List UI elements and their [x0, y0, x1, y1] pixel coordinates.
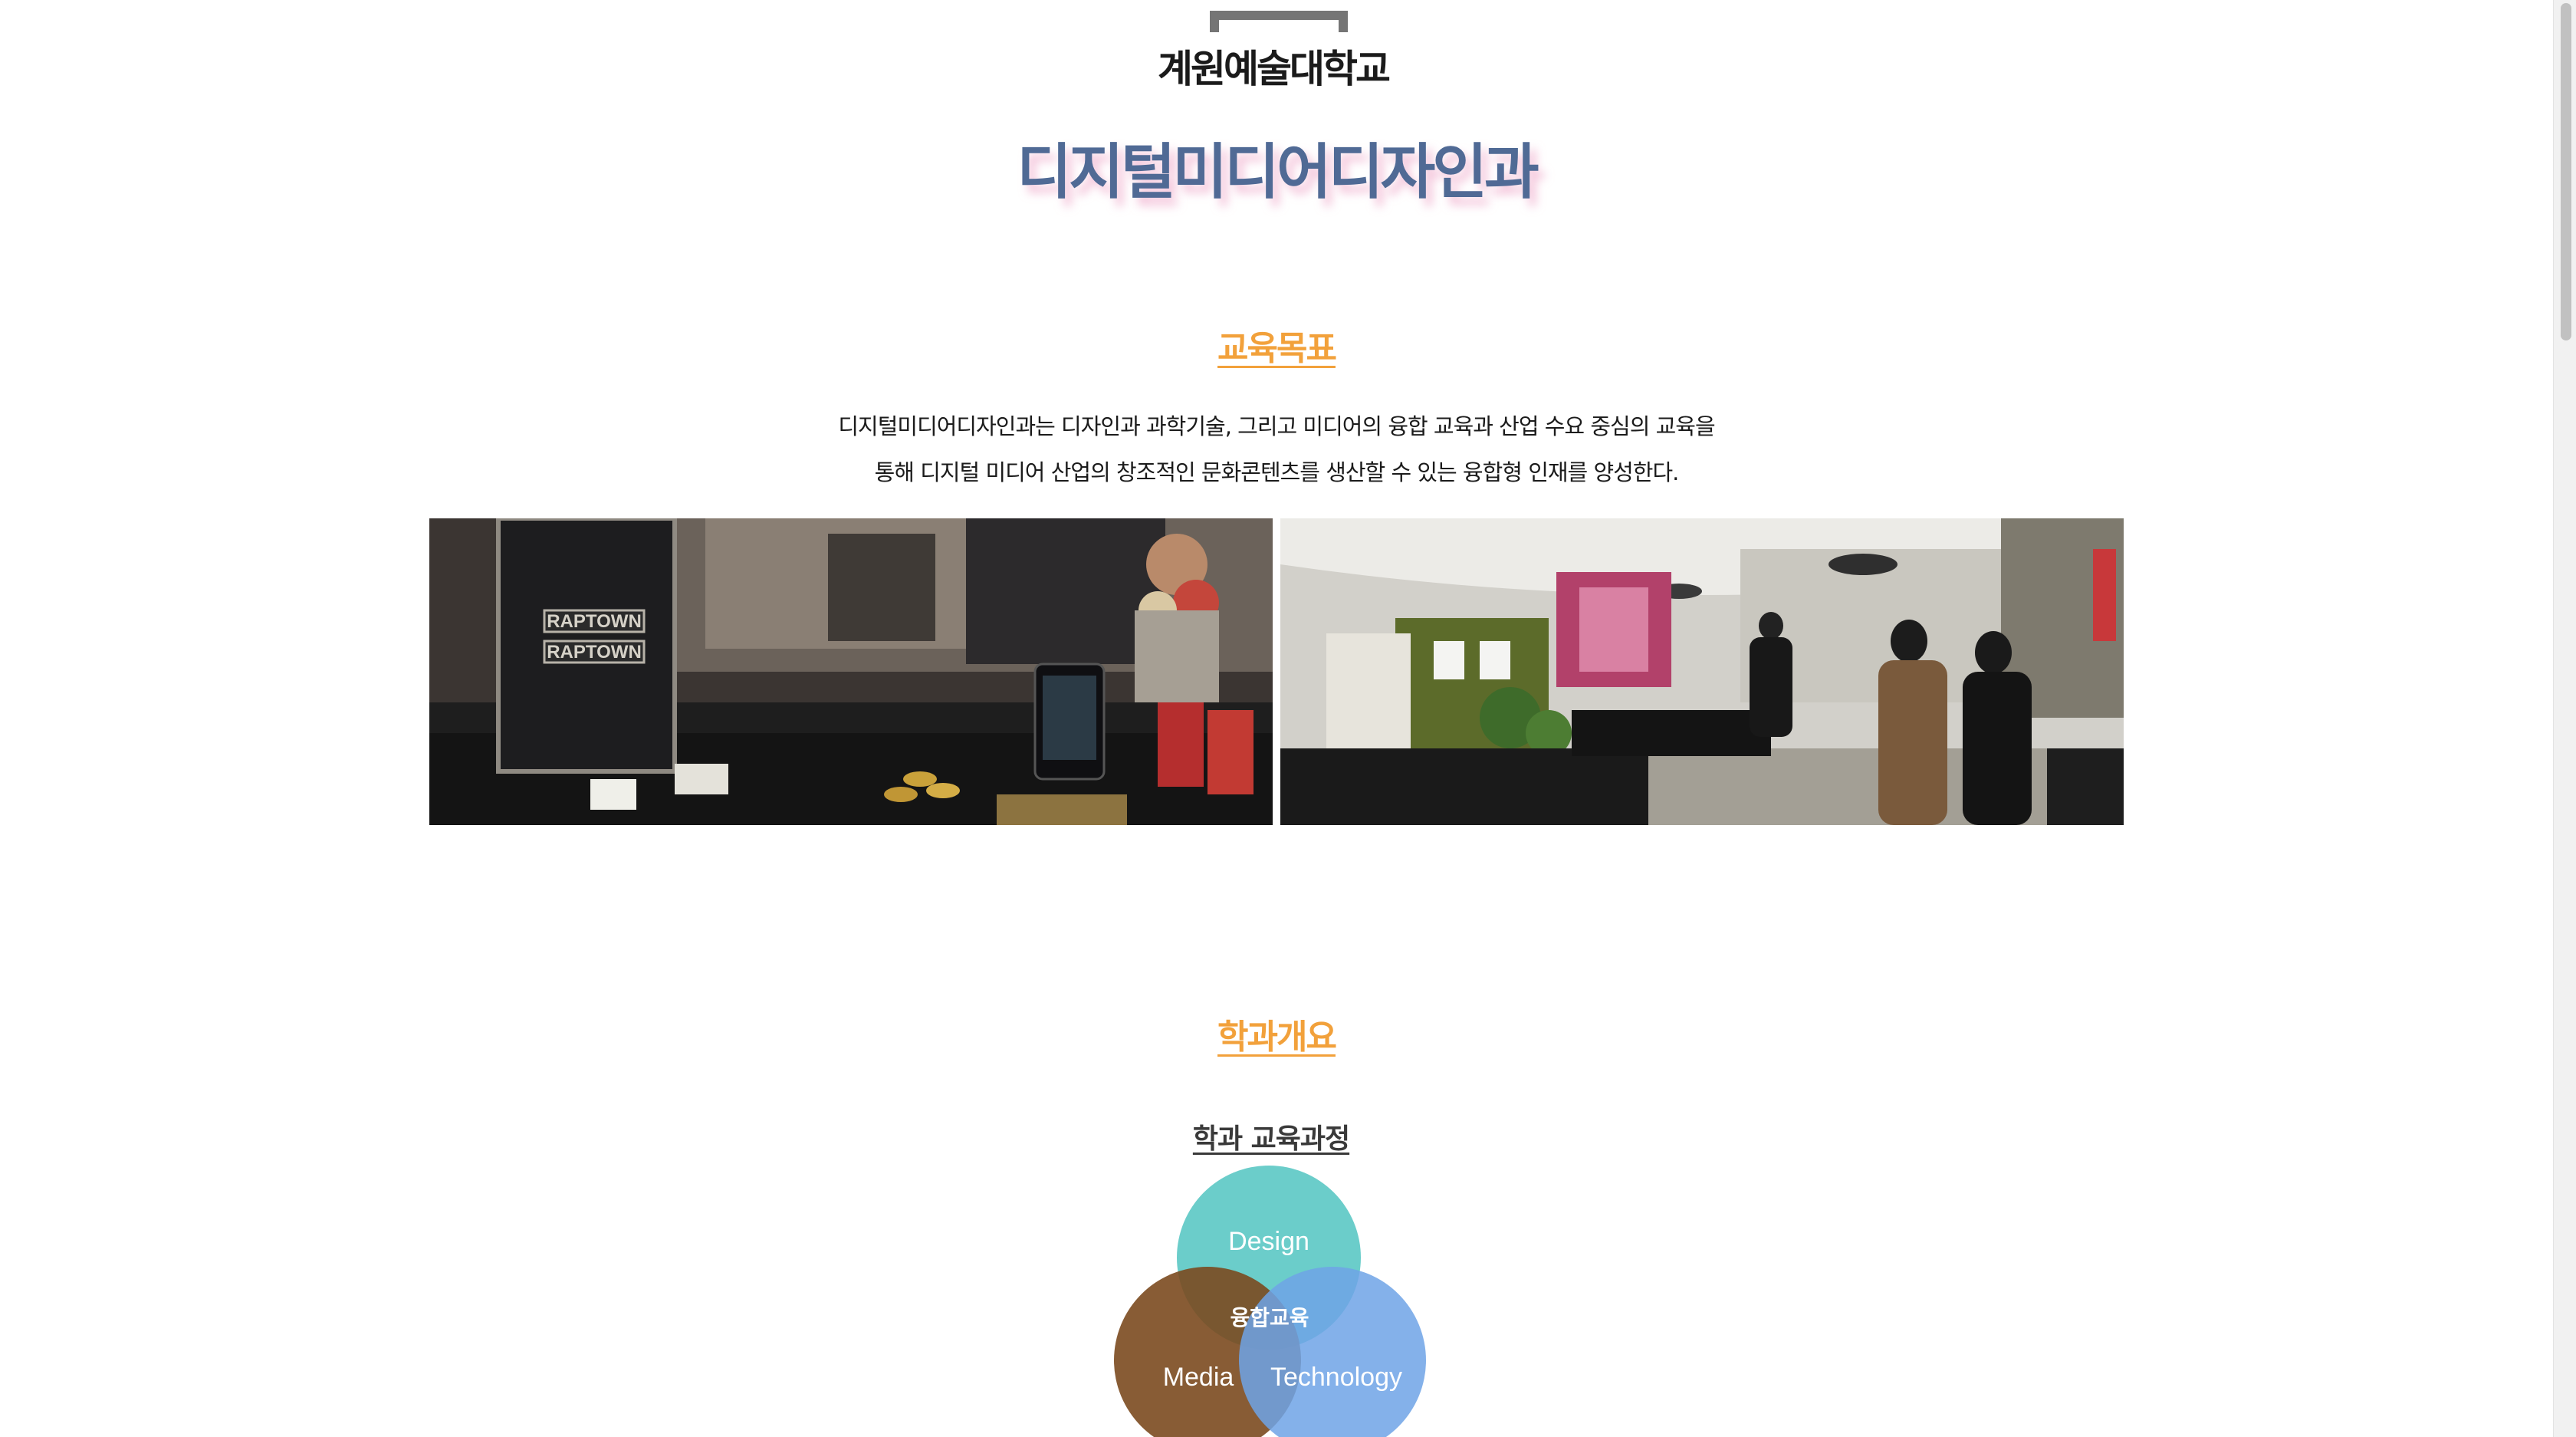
- venn-label-media: Media: [1163, 1363, 1234, 1392]
- exhibition-photo-left: RAPTOWN RAPTOWN: [429, 518, 1273, 825]
- exhibition-photo-left-image: RAPTOWN RAPTOWN: [429, 518, 1273, 825]
- logo-text: 계원예술대학교: [1158, 47, 1391, 91]
- goal-description: 디지털미디어디자인과는 디자인과 과학기술, 그리고 미디어의 융합 교육과 산…: [767, 403, 1786, 495]
- curriculum-title: 학과 교육과정: [1192, 1123, 1350, 1155]
- vertical-scrollbar[interactable]: [2553, 0, 2576, 1437]
- venn-diagram-svg: Design 융합교육 Media Technology: [1114, 1166, 1426, 1437]
- poster-text-1: RAPTOWN: [547, 611, 642, 632]
- page: 계원예술대학교 디지털미디어디자인과 교육목표 디지털미디어디자인과는 디자인과…: [0, 0, 2576, 1437]
- logo-bracket-icon: [1210, 11, 1348, 32]
- venn-label-technology: Technology: [1270, 1363, 1402, 1392]
- venn-label-design: Design: [1228, 1227, 1309, 1256]
- exhibition-photo-right-image: [1280, 518, 2124, 825]
- scrollbar-thumb[interactable]: [2561, 3, 2571, 340]
- school-logo[interactable]: 계원예술대학교: [1158, 6, 1391, 91]
- page-title: 디지털미디어디자인과: [1017, 138, 1539, 207]
- curriculum-venn-diagram: Design 융합교육 Media Technology: [1104, 1164, 1441, 1437]
- venn-label-center: 융합교육: [1230, 1305, 1309, 1330]
- goal-line-2: 통해 디지털 미디어 산업의 창조적인 문화콘텐츠를 생산할 수 있는 융합형 …: [874, 459, 1680, 485]
- section-heading-overview: 학과개요: [1217, 1018, 1337, 1057]
- exhibition-photo-right: [1280, 518, 2124, 825]
- section-heading-goal: 교육목표: [1217, 329, 1337, 368]
- poster-text-2: RAPTOWN: [547, 642, 642, 663]
- goal-line-1: 디지털미디어디자인과는 디자인과 과학기술, 그리고 미디어의 융합 교육과 산…: [838, 413, 1715, 439]
